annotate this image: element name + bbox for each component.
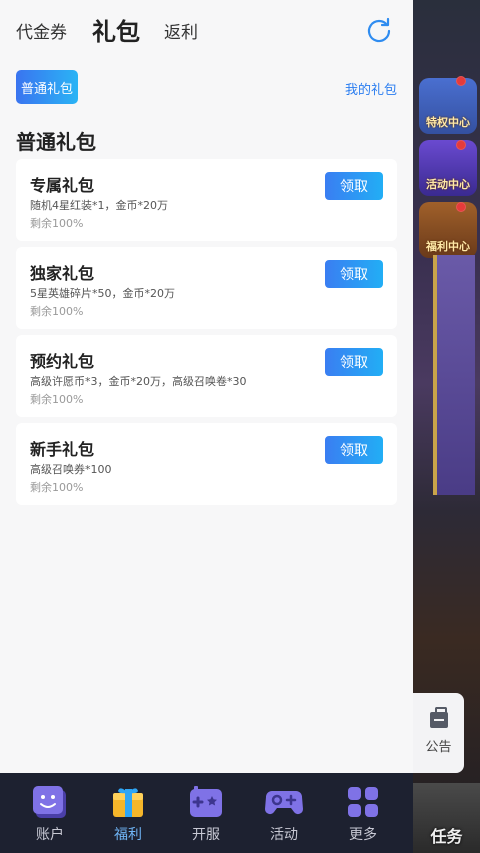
gift-name: 专属礼包 (30, 176, 95, 195)
gift-content: 高级召唤券*100 (30, 463, 112, 476)
gift-remaining: 剩余100% (30, 481, 84, 494)
gift-card: 新手礼包 高级召唤券*100 剩余100% 领取 (16, 423, 397, 505)
welfare-center-icon[interactable]: 福利中心 (419, 202, 477, 258)
account-face-icon (33, 786, 66, 818)
gift-name: 新手礼包 (30, 440, 95, 459)
nav-label: 开服 (192, 827, 220, 843)
gift-card: 独家礼包 5星英雄碎片*50，金币*20万 剩余100% 领取 (16, 247, 397, 329)
nav-activity[interactable]: 活动 (254, 773, 314, 853)
nav-welfare[interactable]: 福利 (98, 773, 158, 853)
claim-button[interactable]: 领取 (325, 260, 383, 288)
tab-voucher[interactable]: 代金券 (16, 18, 67, 43)
gift-remaining: 剩余100% (30, 305, 84, 318)
clipboard-icon (429, 706, 448, 728)
claim-button[interactable]: 领取 (325, 172, 383, 200)
my-gift-link[interactable]: 我的礼包 (345, 79, 397, 98)
normal-gift-filter-chip[interactable]: 普通礼包 (16, 70, 78, 104)
refresh-icon[interactable] (365, 17, 393, 45)
claim-button[interactable]: 领取 (325, 436, 383, 464)
header-tabs: 代金券 礼包 返利 (0, 0, 413, 60)
gift-name: 独家礼包 (30, 264, 95, 283)
nav-label: 福利 (114, 827, 142, 843)
nav-label: 活动 (270, 827, 298, 843)
bottom-nav: 账户 福利 开服 活动 更多 (0, 773, 413, 853)
gift-card: 预约礼包 高级许愿币*3，金币*20万，高级召唤卷*30 剩余100% 领取 (16, 335, 397, 417)
gift-name: 预约礼包 (30, 352, 95, 371)
gift-box-icon (113, 788, 143, 817)
task-button[interactable]: 任务 (413, 783, 480, 853)
task-label: 任务 (430, 827, 463, 846)
nav-account[interactable]: 账户 (20, 773, 80, 853)
privilege-center-icon[interactable]: 特权中心 (419, 78, 477, 134)
nav-more[interactable]: 更多 (333, 773, 393, 853)
gift-remaining: 剩余100% (30, 393, 84, 406)
game-banner (433, 255, 475, 495)
gamepad-icon (190, 786, 222, 817)
privilege-center-label: 特权中心 (426, 116, 470, 129)
notification-dot (456, 140, 466, 150)
nav-server-open[interactable]: 开服 (176, 773, 236, 853)
grid-more-icon (348, 787, 378, 817)
controller-plus-icon (265, 791, 303, 814)
announcement-button[interactable]: 公告 (413, 693, 464, 773)
activity-center-icon[interactable]: 活动中心 (419, 140, 477, 196)
activity-center-label: 活动中心 (426, 178, 470, 191)
welfare-panel: 代金券 礼包 返利 普通礼包 我的礼包 普通礼包 专属礼包 随机4星红装*1，金… (0, 0, 413, 773)
notification-dot (456, 76, 466, 86)
announcement-label: 公告 (425, 739, 452, 755)
gift-content: 随机4星红装*1，金币*20万 (30, 199, 168, 212)
notification-dot (456, 202, 466, 212)
tab-gift[interactable]: 礼包 (92, 12, 140, 47)
claim-button[interactable]: 领取 (325, 348, 383, 376)
gift-content: 5星英雄碎片*50，金币*20万 (30, 287, 175, 300)
gift-remaining: 剩余100% (30, 217, 84, 230)
gift-content: 高级许愿币*3，金币*20万，高级召唤卷*30 (30, 375, 247, 388)
section-title: 普通礼包 (16, 130, 96, 154)
nav-label: 账户 (36, 827, 64, 843)
gift-card: 专属礼包 随机4星红装*1，金币*20万 剩余100% 领取 (16, 159, 397, 241)
tab-rebate[interactable]: 返利 (164, 18, 198, 43)
nav-label: 更多 (349, 827, 377, 843)
